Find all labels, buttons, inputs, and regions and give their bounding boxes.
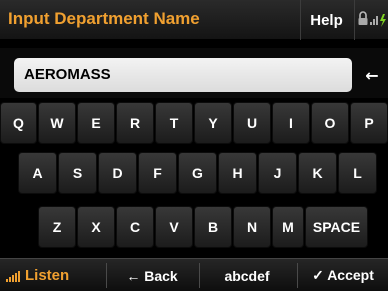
key-d[interactable]: D [98, 152, 137, 194]
backspace-arrow-icon: ← [365, 65, 379, 85]
accept-button[interactable]: ✓ Accept [298, 259, 388, 291]
key-e[interactable]: E [77, 102, 115, 144]
key-i[interactable]: I [272, 102, 310, 144]
keyboard-row-3: Z X C V B N M SPACE [0, 204, 388, 250]
key-space[interactable]: SPACE [305, 206, 368, 248]
backspace-button[interactable]: ← [356, 56, 388, 94]
key-x[interactable]: X [77, 206, 115, 248]
key-t[interactable]: T [155, 102, 193, 144]
keyboard-row-2: A S D F G H J K L [0, 150, 388, 196]
lock-icon [358, 11, 368, 25]
page-title: Input Department Name [8, 9, 200, 28]
key-j[interactable]: J [258, 152, 297, 194]
bottom-toolbar: Listen ← Back abcdef ✓ Accept [0, 258, 388, 291]
key-w[interactable]: W [38, 102, 76, 144]
key-r[interactable]: R [116, 102, 154, 144]
keyboard-row-1: Q W E R T Y U I O P [0, 100, 388, 146]
key-l[interactable]: L [338, 152, 377, 194]
key-y[interactable]: Y [194, 102, 232, 144]
department-name-input[interactable]: AEROMASS [14, 58, 352, 92]
key-p[interactable]: P [350, 102, 388, 144]
key-q[interactable]: Q [0, 102, 37, 144]
back-button[interactable]: ← Back [107, 259, 197, 291]
key-b[interactable]: B [194, 206, 232, 248]
key-s[interactable]: S [58, 152, 97, 194]
key-o[interactable]: O [311, 102, 349, 144]
key-c[interactable]: C [116, 206, 154, 248]
key-h[interactable]: H [218, 152, 257, 194]
listen-button[interactable]: Listen [0, 259, 100, 291]
status-indicators [354, 0, 388, 40]
title-bar: Input Department Name Help [0, 0, 388, 40]
signal-bars-icon [6, 270, 20, 282]
key-f[interactable]: F [138, 152, 177, 194]
listen-label: Listen [25, 267, 70, 284]
key-m[interactable]: M [272, 206, 304, 248]
key-g[interactable]: G [178, 152, 217, 194]
key-u[interactable]: U [233, 102, 271, 144]
key-z[interactable]: Z [38, 206, 76, 248]
keyboard-mode-button[interactable]: abcdef [200, 259, 294, 291]
help-button[interactable]: Help [300, 0, 352, 40]
input-row: AEROMASS ← [0, 48, 388, 98]
key-k[interactable]: K [298, 152, 337, 194]
on-screen-keyboard: Q W E R T Y U I O P A S D F G H J K L Z … [0, 100, 388, 260]
signal-icon [370, 16, 378, 25]
key-n[interactable]: N [233, 206, 271, 248]
key-v[interactable]: V [155, 206, 193, 248]
battery-icon [380, 14, 386, 27]
key-a[interactable]: A [18, 152, 57, 194]
